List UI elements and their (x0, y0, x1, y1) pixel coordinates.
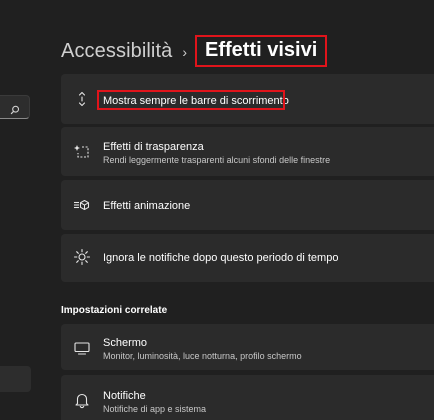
breadcrumb-parent-link[interactable]: Accessibilità (61, 40, 172, 63)
setting-title: Mostra sempre le barre di scorrimento (103, 95, 289, 107)
breadcrumb: Accessibilità › Effetti visivi (61, 34, 328, 68)
setting-title: Effetti di trasparenza (103, 141, 204, 153)
setting-title: Effetti animazione (103, 200, 191, 212)
setting-subtitle: Monitor, luminosità, luce notturna, prof… (103, 351, 302, 361)
setting-title: Schermo (103, 337, 148, 349)
setting-title: Notifiche (103, 390, 146, 402)
notification-timer-icon (73, 248, 91, 266)
setting-title: Ignora le notifiche dopo questo periodo … (103, 252, 339, 264)
setting-text: Mostra sempre le barre di scorrimento (103, 95, 289, 108)
page-title: Effetti visivi (195, 35, 328, 67)
sidebar-item-selected[interactable] (0, 366, 31, 392)
setting-always-show-scrollbars[interactable]: Mostra sempre le barre di scorrimento (61, 74, 434, 124)
setting-text: Notifiche Notifiche di app e sistema (103, 390, 206, 415)
setting-text: Schermo Monitor, luminosità, luce nottur… (103, 337, 302, 362)
animation-icon (73, 196, 91, 214)
related-item-display[interactable]: Schermo Monitor, luminosità, luce nottur… (61, 324, 434, 370)
setting-transparency-effects[interactable]: Effetti di trasparenza Rendi leggermente… (61, 127, 434, 176)
setting-text: Ignora le notifiche dopo questo periodo … (103, 252, 338, 265)
related-settings-heading: Impostazioni correlate (61, 305, 168, 316)
setting-animation-effects[interactable]: Effetti animazione (61, 180, 434, 230)
setting-subtitle: Notifiche di app e sistema (103, 404, 207, 414)
setting-subtitle: Rendi leggermente trasparenti alcuni sfo… (103, 155, 331, 165)
scrollbar-icon (73, 90, 91, 108)
setting-text: Effetti animazione (103, 200, 190, 213)
monitor-icon (73, 339, 91, 357)
settings-window: Accessibilità › Effetti visivi Mostra se… (0, 0, 434, 420)
breadcrumb-separator-icon: › (182, 44, 188, 60)
transparency-icon (73, 143, 91, 161)
setting-dismiss-notifications-after[interactable]: Ignora le notifiche dopo questo periodo … (61, 234, 434, 282)
related-item-notifications[interactable]: Notifiche Notifiche di app e sistema (61, 375, 434, 420)
bell-icon (73, 391, 91, 409)
setting-text: Effetti di trasparenza Rendi leggermente… (103, 141, 330, 166)
sidebar-search-input[interactable] (0, 95, 30, 119)
search-icon (10, 102, 20, 115)
